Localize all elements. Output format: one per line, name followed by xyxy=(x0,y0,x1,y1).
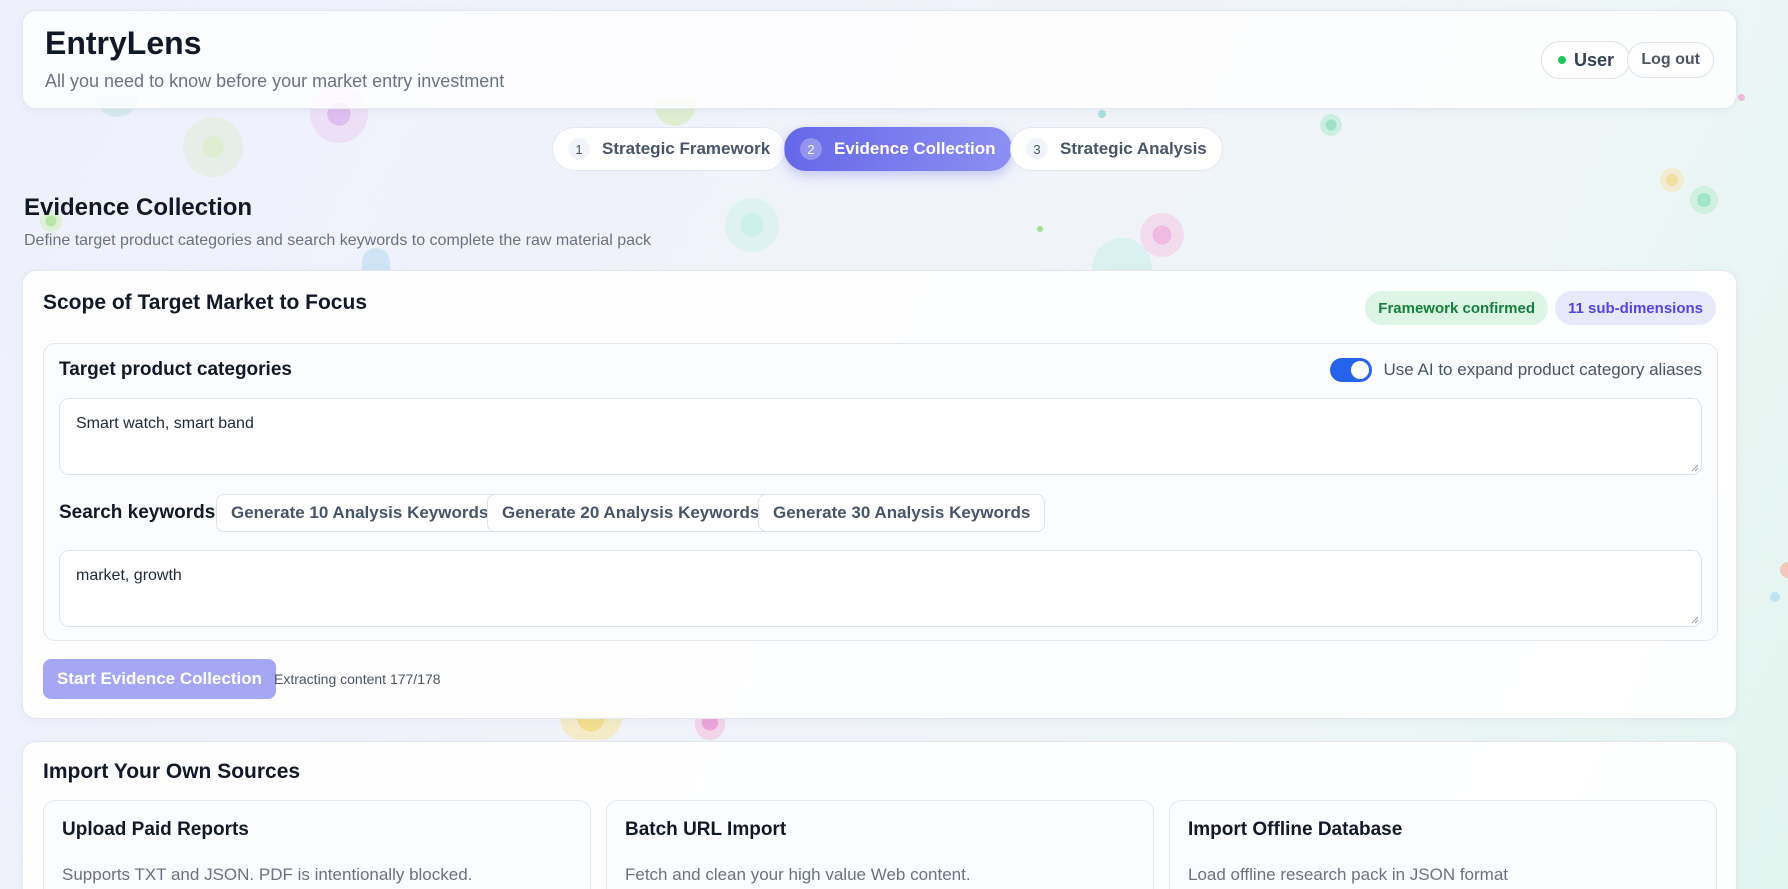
sub-card-title: Batch URL Import xyxy=(625,819,787,840)
generate-20-keywords-button[interactable]: Generate 20 Analysis Keywords xyxy=(487,494,775,532)
categories-label: Target product categories xyxy=(59,359,292,380)
step-label: Strategic Framework xyxy=(602,139,771,158)
import-card-title: Import Your Own Sources xyxy=(43,760,301,783)
step-number: 1 xyxy=(568,138,590,160)
app-title: EntryLens xyxy=(45,25,202,61)
start-evidence-collection-button[interactable]: Start Evidence Collection xyxy=(43,659,276,699)
app-header: EntryLens All you need to know before yo… xyxy=(22,10,1737,109)
step-number: 3 xyxy=(1026,138,1048,160)
toggle-knob xyxy=(1350,361,1369,379)
bg-bubble xyxy=(1690,186,1718,214)
ai-expand-toggle-group: Use AI to expand product category aliase… xyxy=(1329,358,1702,382)
user-label: User xyxy=(1573,49,1614,70)
step-strategic-analysis[interactable]: 3 Strategic Analysis xyxy=(1010,127,1223,171)
page-description: Define target product categories and sea… xyxy=(24,232,651,249)
framework-confirmed-badge: Framework confirmed xyxy=(1365,291,1548,325)
bg-bubble xyxy=(1037,226,1043,232)
bg-bubble xyxy=(1780,562,1788,578)
ai-expand-toggle-label: Use AI to expand product category aliase… xyxy=(1383,360,1702,379)
upload-paid-reports-card[interactable]: Upload Paid Reports Supports TXT and JSO… xyxy=(43,800,591,889)
logout-button[interactable]: Log out xyxy=(1627,42,1714,78)
keywords-label: Search keywords xyxy=(59,502,216,523)
bg-bubble xyxy=(695,718,725,740)
sub-card-description: Supports TXT and JSON. PDF is intentiona… xyxy=(62,865,473,884)
step-evidence-collection[interactable]: 2 Evidence Collection xyxy=(784,127,1012,171)
bg-bubble xyxy=(560,718,622,740)
sub-card-title: Upload Paid Reports xyxy=(62,819,249,840)
scope-card: Scope of Target Market to Focus Framewor… xyxy=(22,270,1737,719)
batch-url-import-card[interactable]: Batch URL Import Fetch and clean your hi… xyxy=(606,800,1154,889)
import-sources-card: Import Your Own Sources Upload Paid Repo… xyxy=(22,741,1737,889)
generate-10-keywords-button[interactable]: Generate 10 Analysis Keywords xyxy=(216,494,504,532)
step-label: Strategic Analysis xyxy=(1060,139,1207,158)
sub-dimensions-badge: 11 sub-dimensions xyxy=(1554,291,1716,325)
sub-card-description: Fetch and clean your high value Web cont… xyxy=(625,865,971,884)
keywords-textarea[interactable]: market, growth xyxy=(59,550,1702,627)
sub-card-title: Import Offline Database xyxy=(1188,819,1403,840)
generate-30-keywords-button[interactable]: Generate 30 Analysis Keywords xyxy=(758,494,1046,532)
scope-inputs-box: Target product categories Use AI to expa… xyxy=(43,343,1718,641)
resize-grip-icon[interactable] xyxy=(1689,462,1699,472)
app-subtitle: All you need to know before your market … xyxy=(45,71,505,91)
user-menu-button[interactable]: User xyxy=(1540,41,1630,79)
scope-card-title: Scope of Target Market to Focus xyxy=(43,291,367,314)
online-status-icon xyxy=(1557,56,1566,64)
step-number: 2 xyxy=(800,138,822,160)
extraction-progress-text: Extracting content 177/178 xyxy=(274,671,441,687)
bg-bubble xyxy=(1770,592,1780,602)
bg-bubble xyxy=(725,198,779,252)
keywords-value: market, growth xyxy=(76,567,182,584)
bg-bubble xyxy=(1098,110,1106,118)
bg-bubble xyxy=(1738,94,1745,101)
categories-value: Smart watch, smart band xyxy=(76,415,254,432)
step-label: Evidence Collection xyxy=(834,139,996,158)
bg-bubble xyxy=(362,248,390,272)
ai-expand-toggle[interactable] xyxy=(1329,358,1372,382)
resize-grip-icon[interactable] xyxy=(1689,614,1699,624)
step-strategic-framework[interactable]: 1 Strategic Framework xyxy=(552,127,787,171)
workflow-stepper: 1 Strategic Framework 2 Evidence Collect… xyxy=(0,127,1788,173)
sub-card-description: Load offline research pack in JSON forma… xyxy=(1188,865,1509,884)
categories-textarea[interactable]: Smart watch, smart band xyxy=(59,398,1702,475)
page-title: Evidence Collection xyxy=(24,194,253,221)
import-offline-database-card[interactable]: Import Offline Database Load offline res… xyxy=(1169,800,1717,889)
